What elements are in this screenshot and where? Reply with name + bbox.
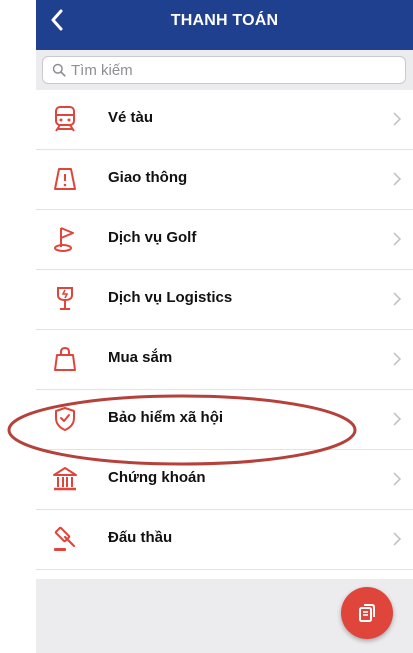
chevron-right-icon [393, 292, 402, 306]
search-icon [47, 56, 71, 84]
list-item-mua-sam[interactable]: Mua sắm [36, 330, 413, 390]
list-item-dau-thau[interactable]: Đấu thầu [36, 510, 413, 570]
chevron-right-icon [393, 112, 402, 126]
list-item-label: Dịch vụ Logistics [108, 289, 233, 306]
payment-screen: THANH TOÁN Tìm kiếm Vé tàu Giao thông Dị… [36, 0, 413, 653]
bank-building-icon [50, 464, 80, 494]
train-icon [50, 104, 80, 134]
search-bar: Tìm kiếm [36, 50, 413, 90]
list-item-label: Vé tàu [108, 109, 154, 126]
shopping-bag-icon [50, 344, 80, 374]
search-input[interactable]: Tìm kiếm [42, 56, 406, 84]
highlight-ellipse [7, 394, 357, 466]
list-item-label: Giao thông [108, 169, 188, 186]
chevron-right-icon [393, 232, 402, 246]
list-item-label: Chứng khoán [108, 469, 206, 486]
chevron-right-icon [393, 532, 402, 546]
service-list: Vé tàu Giao thông Dịch vụ Golf Dịch vụ L… [36, 90, 413, 570]
traffic-sign-icon [50, 164, 80, 194]
list-item-label: Mua sắm [108, 349, 173, 366]
list-item-dich-vu-logistics[interactable]: Dịch vụ Logistics [36, 270, 413, 330]
clipboard-icon [359, 604, 375, 622]
list-item-ve-tau[interactable]: Vé tàu [36, 90, 413, 150]
chevron-right-icon [393, 412, 402, 426]
chevron-right-icon [393, 352, 402, 366]
list-item-giao-thong[interactable]: Giao thông [36, 150, 413, 210]
chevron-right-icon [393, 172, 402, 186]
search-placeholder: Tìm kiếm [71, 61, 133, 79]
golf-flag-icon [50, 224, 80, 254]
list-item-label: Dịch vụ Golf [108, 229, 197, 246]
list-item-dich-vu-golf[interactable]: Dịch vụ Golf [36, 210, 413, 270]
page-title: THANH TOÁN [170, 12, 279, 29]
fragile-glass-icon [50, 284, 80, 314]
auction-gavel-icon [50, 524, 80, 554]
header-bar: THANH TOÁN [36, 0, 413, 50]
clipboard-fab-button[interactable] [341, 587, 393, 639]
chevron-right-icon [393, 472, 402, 486]
list-item-label: Đấu thầu [108, 529, 173, 546]
